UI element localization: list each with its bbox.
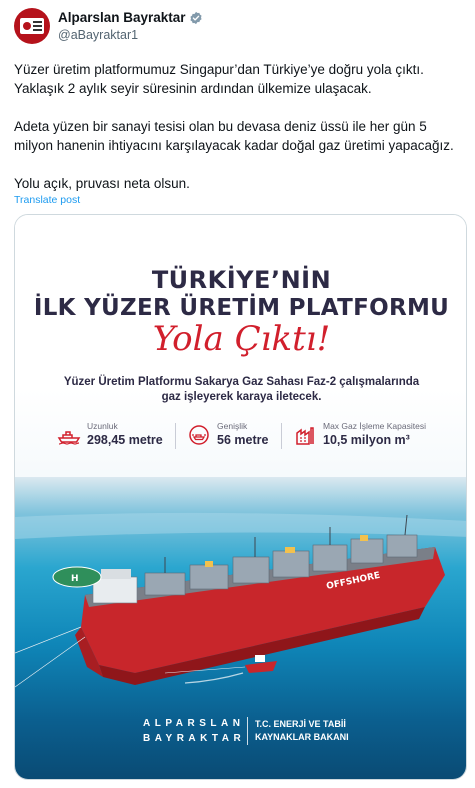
stat-value: 56 metre bbox=[217, 433, 269, 447]
stat-label: Genişlik bbox=[217, 421, 248, 431]
poster-headline-1: TÜRKİYE’NİN bbox=[151, 266, 332, 294]
official-title-line: T.C. ENERJİ VE TABİİ bbox=[255, 719, 346, 729]
official-title-line: KAYNAKLAR BAKANI bbox=[255, 732, 349, 742]
stat-label: Max Gaz İşleme Kapasitesi bbox=[323, 421, 426, 431]
translate-post-link[interactable]: Translate post bbox=[14, 194, 80, 206]
poster-footer: ALPARSLAN BAYRAKTAR T.C. ENERJİ VE TABİİ… bbox=[15, 713, 466, 753]
author-name-row: Alparslan Bayraktar bbox=[58, 10, 203, 25]
tweet-text: Yüzer üretim platformumuz Singapur’dan T… bbox=[14, 60, 464, 193]
brand-line: ALPARSLAN bbox=[143, 718, 245, 729]
verified-badge-icon bbox=[190, 11, 202, 24]
ship-length-icon bbox=[57, 431, 81, 445]
ship-width-icon bbox=[189, 425, 209, 445]
stat-divider bbox=[175, 423, 176, 449]
tweet-line: Adeta yüzen bir sanayi tesisi olan bu de… bbox=[14, 119, 427, 134]
poster-lead: Yüzer Üretim Platformu Sakarya Gaz Sahas… bbox=[15, 375, 466, 405]
stat-value: 10,5 milyon m³ bbox=[323, 433, 410, 447]
tweet-line: Yaklaşık 2 aylık seyir süresinin ardında… bbox=[14, 81, 372, 96]
author-display-name[interactable]: Alparslan Bayraktar bbox=[58, 10, 186, 25]
post-image[interactable]: TÜRKİYE’NİN İLK YÜZER ÜRETİM PLATFORMU Y… bbox=[14, 214, 467, 780]
poster-headline-2: İLK YÜZER ÜRETİM PLATFORMU bbox=[33, 295, 450, 321]
tweet-line: Yüzer üretim platformumuz Singapur’dan T… bbox=[14, 62, 424, 77]
tweet-line: milyon hanenin ihtiyacını karşılayacak k… bbox=[14, 138, 454, 153]
tweet-post: Alparslan Bayraktar @aBayraktar1 Yüzer ü… bbox=[0, 0, 475, 788]
gas-capacity-icon bbox=[296, 427, 314, 445]
footer-divider bbox=[247, 717, 248, 745]
poster-lead-line: Yüzer Üretim Platformu Sakarya Gaz Sahas… bbox=[63, 376, 420, 388]
poster-background bbox=[15, 215, 466, 505]
avatar[interactable] bbox=[14, 8, 50, 44]
stat-label: Uzunluk bbox=[87, 421, 118, 431]
stat-divider bbox=[281, 423, 282, 449]
tweet-line: Yolu açık, pruvası neta olsun. bbox=[14, 176, 190, 191]
poster-lead-line: gaz işleyerek karaya iletecek. bbox=[161, 391, 322, 403]
stat-value: 298,45 metre bbox=[87, 433, 163, 447]
poster-script-title: Yola Çıktı! bbox=[152, 319, 331, 359]
svg-text:H: H bbox=[71, 574, 79, 584]
brand-line: BAYRAKTAR bbox=[143, 733, 246, 744]
avatar-photo-icon bbox=[20, 18, 44, 34]
author-handle[interactable]: @aBayraktar1 bbox=[58, 28, 138, 42]
